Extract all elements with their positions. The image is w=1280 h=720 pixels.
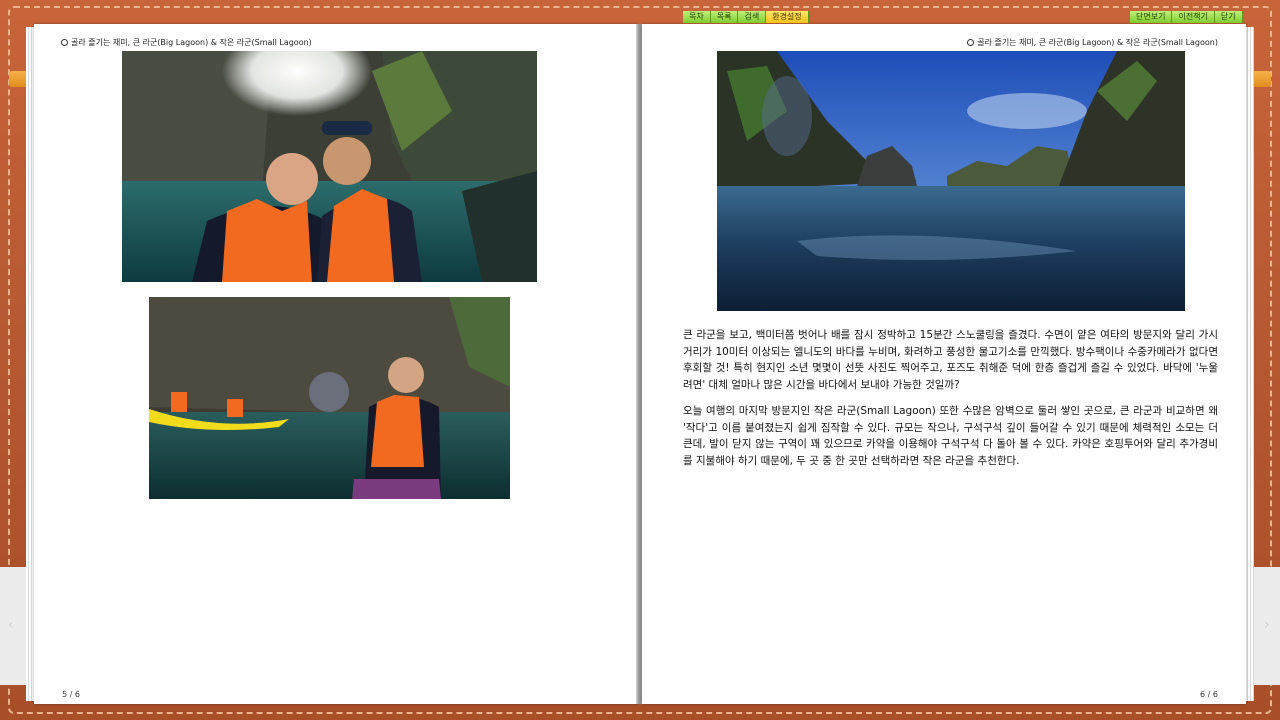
close-button[interactable]: 닫기 [1214,11,1243,23]
toolbar-right: 단면보기 이전책기 닫기 [1130,11,1243,23]
previous-book-button[interactable]: 이전책기 [1172,11,1215,23]
photo-big-lagoon [717,51,1185,311]
paragraph-1: 큰 라군을 보고, 백미터쯤 벗어나 배를 잠시 정박하고 15분간 스노쿨링을… [683,329,1218,391]
single-page-view-button[interactable]: 단면보기 [1130,11,1173,23]
left-page: 골라 즐기는 재미, 큰 라군(Big Lagoon) & 작은 라군(Smal… [34,24,638,704]
photo-kayak-lagoon [149,297,510,499]
right-page-number: 6 / 6 [1200,690,1218,699]
circle-icon [967,39,975,46]
toc-button[interactable]: 목차 [683,11,711,23]
next-page-arrow[interactable]: › [1254,567,1280,685]
toolbar-left: 목차 목록 검색 환경설정 [683,11,809,23]
settings-button[interactable]: 환경설정 [766,11,809,23]
list-button[interactable]: 목록 [710,11,739,23]
prev-page-arrow[interactable]: ‹ [0,567,26,685]
photo-selfie-lagoon [122,51,537,282]
left-page-header: 골라 즐기는 재미, 큰 라군(Big Lagoon) & 작은 라군(Smal… [61,37,312,48]
left-header-text: 골라 즐기는 재미, 큰 라군(Big Lagoon) & 작은 라군(Smal… [71,38,312,47]
chevron-right-icon: › [1264,617,1270,633]
right-page-header: 골라 즐기는 재미, 큰 라군(Big Lagoon) & 작은 라군(Smal… [967,37,1218,48]
search-button[interactable]: 검색 [738,11,767,23]
paragraph-2: 오늘 여행의 마지막 방문지인 작은 라군(Small Lagoon) 또한 수… [683,405,1218,467]
left-page-number: 5 / 6 [62,690,80,699]
body-text: 큰 라군을 보고, 백미터쯤 벗어나 배를 잠시 정박하고 15분간 스노쿨링을… [683,327,1218,479]
chevron-left-icon: ‹ [8,617,14,633]
right-page: 골라 즐기는 재미, 큰 라군(Big Lagoon) & 작은 라군(Smal… [642,24,1246,704]
circle-icon [61,39,68,46]
right-header-text: 골라 즐기는 재미, 큰 라군(Big Lagoon) & 작은 라군(Smal… [977,38,1218,47]
